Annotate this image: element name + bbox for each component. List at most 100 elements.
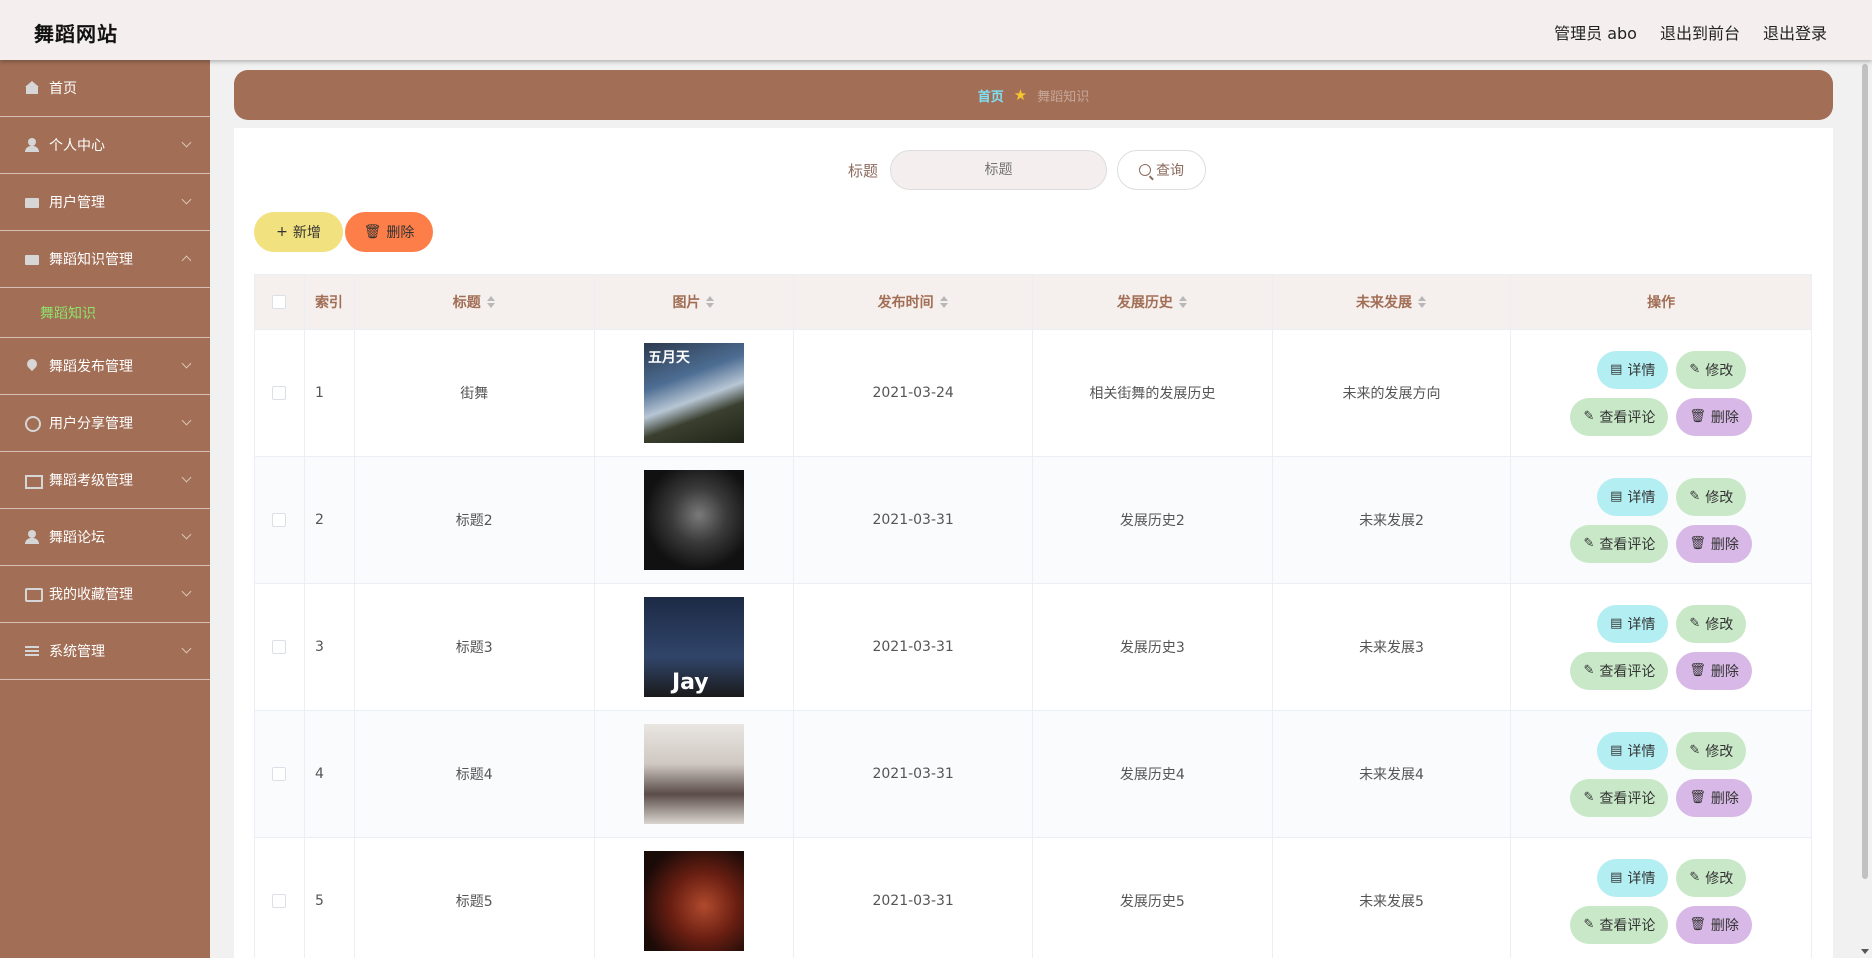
row-title: 街舞 bbox=[355, 330, 595, 456]
sidebar-item-personal-center[interactable]: 个人中心 bbox=[0, 117, 210, 174]
edit-button[interactable]: ✎ 修改 bbox=[1676, 731, 1747, 770]
column-header-future[interactable]: 未来发展 bbox=[1273, 275, 1512, 329]
row-future: 未来发展2 bbox=[1273, 457, 1512, 583]
table-header: 索引 标题 图片 发布时间 发展历史 未来发展 操作 bbox=[255, 275, 1811, 330]
row-checkbox[interactable] bbox=[272, 894, 287, 908]
column-header-title[interactable]: 标题 bbox=[355, 275, 595, 329]
edit-button[interactable]: ✎ 修改 bbox=[1676, 604, 1747, 643]
user-icon bbox=[24, 529, 40, 545]
edit-button[interactable]: ✎ 修改 bbox=[1676, 350, 1747, 389]
row-title: 标题3 bbox=[355, 584, 595, 710]
table-row: 4 标题4 2021-03-31 发展历史4 未来发展4 ▤ 详情 ✎ 修改 ✎ 查看… bbox=[255, 711, 1811, 838]
sidebar-item-label: 个人中心 bbox=[49, 138, 105, 154]
sort-icon[interactable] bbox=[706, 296, 715, 308]
row-title: 标题2 bbox=[355, 457, 595, 583]
delete-row-label: 删除 bbox=[1710, 917, 1739, 934]
detail-button[interactable]: ▤ 详情 bbox=[1597, 731, 1669, 770]
row-operations: ▤ 详情 ✎ 修改 ✎ 查看评论 🗑 删除 bbox=[1511, 330, 1811, 456]
column-header-operations: 操作 bbox=[1647, 295, 1676, 311]
sidebar-item-dance-knowledge-management[interactable]: 舞蹈知识管理 bbox=[0, 231, 210, 288]
detail-button[interactable]: ▤ 详情 bbox=[1597, 604, 1669, 643]
plus-icon: + bbox=[276, 224, 288, 240]
back-to-frontend-link[interactable]: 退出到前台 bbox=[1660, 20, 1740, 44]
row-checkbox-cell bbox=[255, 457, 305, 583]
detail-button[interactable]: ▤ 详情 bbox=[1597, 477, 1669, 516]
delete-row-button[interactable]: 🗑 删除 bbox=[1676, 397, 1752, 436]
view-comments-button[interactable]: ✎ 查看评论 bbox=[1570, 651, 1669, 690]
sidebar-item-system-management[interactable]: 系统管理 bbox=[0, 623, 210, 680]
row-checkbox-cell bbox=[255, 584, 305, 710]
scroll-down-arrow-icon[interactable] bbox=[1861, 949, 1869, 954]
logout-link[interactable]: 退出登录 bbox=[1763, 20, 1827, 44]
sidebar-item-dance-publish-management[interactable]: 舞蹈发布管理 bbox=[0, 338, 210, 395]
view-comments-button[interactable]: ✎ 查看评论 bbox=[1570, 397, 1669, 436]
delete-row-button[interactable]: 🗑 删除 bbox=[1676, 778, 1752, 817]
detail-button[interactable]: ▤ 详情 bbox=[1597, 350, 1669, 389]
column-header-index: 索引 bbox=[305, 275, 355, 329]
document-icon: ▤ bbox=[1610, 743, 1623, 758]
row-future: 未来发展5 bbox=[1273, 838, 1512, 958]
sort-icon[interactable] bbox=[486, 296, 496, 308]
delete-row-label: 删除 bbox=[1710, 409, 1739, 426]
sidebar-item-dance-forum[interactable]: 舞蹈论坛 bbox=[0, 509, 210, 566]
batch-delete-label: 删除 bbox=[386, 225, 415, 241]
column-header-date[interactable]: 发布时间 bbox=[794, 275, 1033, 329]
row-checkbox[interactable] bbox=[272, 386, 287, 400]
scrollbar-thumb[interactable] bbox=[1862, 64, 1868, 879]
sort-icon[interactable] bbox=[1178, 296, 1188, 308]
sort-icon[interactable] bbox=[1418, 296, 1427, 308]
column-header-image[interactable]: 图片 bbox=[595, 275, 795, 329]
cover-image[interactable] bbox=[643, 851, 744, 951]
delete-row-button[interactable]: 🗑 删除 bbox=[1676, 905, 1752, 944]
row-operations: ▤ 详情 ✎ 修改 ✎ 查看评论 🗑 删除 bbox=[1511, 584, 1811, 710]
cover-image[interactable] bbox=[643, 470, 744, 570]
row-checkbox[interactable] bbox=[272, 513, 287, 527]
batch-delete-button[interactable]: 🗑 删除 bbox=[345, 212, 433, 252]
admin-user-label[interactable]: 管理员 abo bbox=[1554, 20, 1637, 44]
row-checkbox[interactable] bbox=[272, 767, 287, 781]
select-all-checkbox[interactable] bbox=[272, 295, 287, 309]
row-index: 5 bbox=[305, 838, 355, 958]
pencil-icon: ✎ bbox=[1583, 917, 1595, 932]
detail-button[interactable]: ▤ 详情 bbox=[1597, 858, 1669, 897]
star-icon: ★ bbox=[1013, 86, 1028, 104]
pencil-icon: ✎ bbox=[1583, 663, 1595, 678]
cover-image[interactable]: Jay bbox=[643, 597, 744, 697]
edit-button[interactable]: ✎ 修改 bbox=[1676, 477, 1747, 516]
row-index: 1 bbox=[305, 330, 355, 456]
sidebar-item-user-management[interactable]: 用户管理 bbox=[0, 174, 210, 231]
row-image-cell bbox=[595, 838, 795, 958]
location-icon bbox=[24, 358, 40, 374]
sidebar-item-my-favorites-management[interactable]: 我的收藏管理 bbox=[0, 566, 210, 623]
sidebar: 首页 个人中心 用户管理 舞蹈知识管理 舞蹈知识 舞蹈发布管理 用户分享管理 舞… bbox=[0, 60, 210, 958]
add-button[interactable]: + 新增 bbox=[254, 212, 343, 252]
title-search-input[interactable] bbox=[890, 150, 1108, 190]
breadcrumb-home[interactable]: 首页 bbox=[978, 86, 1004, 105]
row-checkbox[interactable] bbox=[272, 640, 287, 654]
search-bar: 标题 查询 bbox=[848, 150, 1207, 190]
box-icon bbox=[24, 194, 40, 210]
delete-row-label: 删除 bbox=[1710, 790, 1739, 807]
chevron-down-icon bbox=[181, 137, 192, 148]
sidebar-item-home[interactable]: 首页 bbox=[0, 60, 210, 117]
sidebar-item-user-share-management[interactable]: 用户分享管理 bbox=[0, 395, 210, 452]
trash-icon: 🗑 bbox=[1689, 790, 1706, 805]
column-header-history[interactable]: 发展历史 bbox=[1033, 275, 1273, 329]
delete-row-button[interactable]: 🗑 删除 bbox=[1676, 524, 1752, 563]
edit-button[interactable]: ✎ 修改 bbox=[1676, 858, 1747, 897]
trash-icon: 🗑 bbox=[1689, 536, 1706, 551]
table-row: 2 标题2 2021-03-31 发展历史2 未来发展2 ▤ 详情 ✎ 修改 ✎ 查看… bbox=[255, 457, 1811, 584]
query-button[interactable]: 查询 bbox=[1117, 150, 1207, 190]
view-comments-button[interactable]: ✎ 查看评论 bbox=[1570, 778, 1669, 817]
sidebar-subitem-dance-knowledge[interactable]: 舞蹈知识 bbox=[0, 288, 210, 338]
cover-image[interactable] bbox=[643, 724, 744, 824]
cover-image[interactable]: 五月天 bbox=[643, 343, 744, 443]
sidebar-item-dance-grading-management[interactable]: 舞蹈考级管理 bbox=[0, 452, 210, 509]
sort-icon[interactable] bbox=[939, 296, 949, 308]
view-comments-button[interactable]: ✎ 查看评论 bbox=[1570, 905, 1669, 944]
view-comments-button[interactable]: ✎ 查看评论 bbox=[1570, 524, 1669, 563]
delete-row-button[interactable]: 🗑 删除 bbox=[1676, 651, 1752, 690]
view-comments-label: 查看评论 bbox=[1599, 663, 1656, 680]
document-icon: ▤ bbox=[1610, 362, 1623, 377]
page-scrollbar[interactable] bbox=[1860, 60, 1870, 958]
